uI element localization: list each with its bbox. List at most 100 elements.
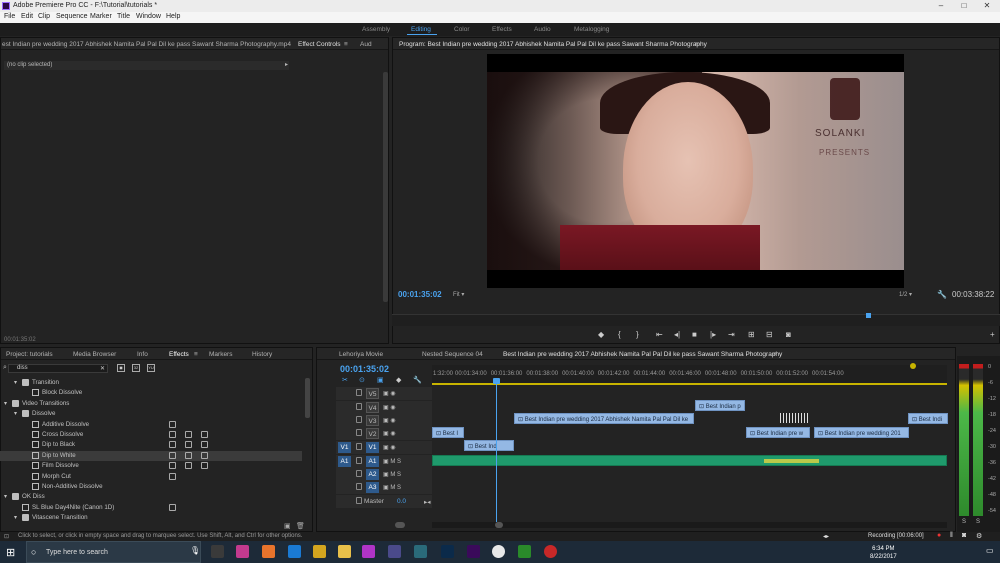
notifications-icon[interactable]: ▭ xyxy=(986,546,994,555)
effects-menu-icon[interactable]: ≡ xyxy=(194,351,198,358)
video-clip[interactable]: ⊡ Best Indian pre wedding 201 xyxy=(814,427,909,438)
expand-arrow-icon[interactable]: ▾ xyxy=(4,400,7,407)
menu-sequence[interactable]: Sequence xyxy=(56,13,88,20)
maximize-icon[interactable]: □ xyxy=(953,0,975,12)
video-clip[interactable]: ⊡ Best Indian pre w xyxy=(746,427,810,438)
track-visibility-icon[interactable]: ▣ ◉ xyxy=(383,390,396,397)
effect-row[interactable]: ▾ Transition xyxy=(0,378,302,388)
playhead-handle[interactable] xyxy=(493,378,500,384)
premiere-taskbar-icon[interactable] xyxy=(467,545,480,558)
add-button-icon[interactable]: + xyxy=(990,330,995,339)
marker-icon[interactable]: ◆ xyxy=(598,330,604,339)
workspace-color[interactable]: Color xyxy=(454,26,470,33)
folder-taskbar-icon[interactable] xyxy=(338,545,351,558)
program-timecode[interactable]: 00:01:35:02 xyxy=(398,290,442,299)
resolution-select[interactable]: 1/2 ▾ xyxy=(899,291,912,298)
tab-media-browser[interactable]: Media Browser xyxy=(73,351,116,358)
lock-icon[interactable] xyxy=(356,483,362,490)
effect-row[interactable]: ▾ Video Transitions xyxy=(0,399,302,409)
timeline-playhead[interactable] xyxy=(496,380,497,526)
transition-marker[interactable] xyxy=(780,413,810,423)
menu-title[interactable]: Title xyxy=(117,13,130,20)
effect-row[interactable]: SL Blue Day4Nite (Canon 1D) xyxy=(0,503,302,513)
camera-icon[interactable]: ◙ xyxy=(962,532,966,539)
app-pink-icon[interactable] xyxy=(236,545,249,558)
add-marker-icon[interactable]: ▣ xyxy=(377,376,384,384)
record-icon[interactable]: ● xyxy=(937,532,941,539)
32bit-filter-icon[interactable]: 32 xyxy=(132,364,140,372)
effect-row[interactable]: Cross Dissolve xyxy=(0,430,302,440)
expand-arrow-icon[interactable]: ▾ xyxy=(14,410,17,417)
track-header[interactable]: A2 ▣ M S xyxy=(336,468,432,481)
source-scrollbar[interactable] xyxy=(383,72,388,302)
menu-clip[interactable]: Clip xyxy=(38,13,50,20)
clock[interactable]: 6:34 PM 8/22/2017 xyxy=(870,545,897,561)
zoom-select[interactable]: Fit ▾ xyxy=(453,291,464,298)
tab-info[interactable]: Info xyxy=(137,351,148,358)
video-clip[interactable]: ⊡ Best Indian pre wedding 2017 Abhishek … xyxy=(514,413,694,424)
close-icon[interactable]: ✕ xyxy=(976,0,998,12)
effect-row[interactable]: Non-Additive Dissolve xyxy=(0,482,302,492)
track-header[interactable]: V5 ▣ ◉ xyxy=(336,387,432,400)
play-stop-icon[interactable]: ■ xyxy=(692,330,697,339)
video-clip[interactable]: ⊡ Best Ind xyxy=(464,440,514,451)
master-volume[interactable]: 0.0 xyxy=(397,498,406,505)
track-header[interactable]: V3 ▣ ◉ xyxy=(336,414,432,427)
effect-row[interactable]: Additive Dissolve xyxy=(0,420,302,430)
menu-window[interactable]: Window xyxy=(136,13,161,20)
tab-markers[interactable]: Markers xyxy=(209,351,232,358)
track-visibility-icon[interactable]: ▣ ◉ xyxy=(383,417,396,424)
track-header[interactable]: A1 A1 ▣ M S xyxy=(336,455,432,468)
timeline-ruler[interactable]: 1:32:00 00:01:34:00 00:01:36:00 00:01:38:00… xyxy=(432,365,947,385)
timeline-scroll-left[interactable] xyxy=(395,522,405,528)
track-visibility-icon[interactable]: ▣ ◉ xyxy=(383,444,396,451)
wrench-icon[interactable]: 🔧 xyxy=(937,290,947,299)
mark-out-icon[interactable]: } xyxy=(636,330,639,339)
effect-row[interactable]: ▾ Vitascene Transition xyxy=(0,513,302,523)
settings-icon[interactable]: ⚙ xyxy=(976,532,982,540)
menu-edit[interactable]: Edit xyxy=(21,13,33,20)
recorder-icon[interactable] xyxy=(544,545,557,558)
audio-clip[interactable] xyxy=(432,455,947,466)
timeline-timecode[interactable]: 00:01:35:02 xyxy=(340,364,389,374)
mute-solo-icon[interactable]: ▣ M S xyxy=(383,471,401,478)
lock-icon[interactable] xyxy=(356,443,362,450)
track-header[interactable]: A3 ▣ M S xyxy=(336,481,432,494)
tab-nested-sequence[interactable]: Nested Sequence 04 xyxy=(422,351,483,358)
track-visibility-icon[interactable]: ▣ ◉ xyxy=(383,404,396,411)
effects-scrollbar[interactable] xyxy=(305,378,310,418)
mute-solo-icon[interactable]: ▣ M S xyxy=(383,458,401,465)
lock-icon[interactable] xyxy=(356,429,362,436)
effect-row[interactable]: Dip to White xyxy=(0,450,302,461)
workspace-audio[interactable]: Audio xyxy=(534,26,551,33)
lift-icon[interactable]: ⊞ xyxy=(748,330,755,339)
video-clip[interactable]: ⊡ Best I xyxy=(432,427,464,438)
master-go-icon[interactable]: ▸◂ xyxy=(424,498,431,506)
app-yellow-icon[interactable] xyxy=(313,545,326,558)
lock-icon[interactable] xyxy=(356,389,362,396)
new-bin-icon[interactable]: ▣ xyxy=(284,522,291,530)
app-orange-icon[interactable] xyxy=(262,545,275,558)
app-purple-icon[interactable] xyxy=(362,545,375,558)
delete-icon[interactable]: 🗑 xyxy=(296,522,305,530)
tab-effect-controls[interactable]: Effect Controls xyxy=(298,41,341,48)
program-playhead[interactable] xyxy=(866,313,871,318)
pause-icon[interactable]: ‖ xyxy=(950,532,953,539)
tab-active-sequence[interactable]: Best Indian pre wedding 2017 Abhishek Na… xyxy=(503,351,782,358)
timeline-marker[interactable] xyxy=(910,363,916,369)
step-back-icon[interactable]: ◂| xyxy=(674,330,680,339)
source-patch[interactable]: V1 xyxy=(338,442,351,453)
program-scrub-bar[interactable] xyxy=(392,314,1000,326)
edge-icon[interactable] xyxy=(288,545,301,558)
lock-icon[interactable] xyxy=(356,416,362,423)
source-tab[interactable]: est Indian pre wedding 2017 Abhishek Nam… xyxy=(2,41,292,48)
microphone-icon[interactable]: 🎙 xyxy=(190,546,200,555)
chrome-icon[interactable] xyxy=(492,545,505,558)
expand-arrow-icon[interactable]: ▾ xyxy=(14,379,17,386)
work-area-bar[interactable] xyxy=(432,383,947,385)
effect-row[interactable]: Film Dissolve xyxy=(0,461,302,471)
effect-row[interactable]: ▾ Dissolve xyxy=(0,409,302,419)
menu-file[interactable]: File xyxy=(4,13,15,20)
source-patch[interactable]: A1 xyxy=(338,456,351,467)
track-visibility-icon[interactable]: ▣ ◉ xyxy=(383,430,396,437)
